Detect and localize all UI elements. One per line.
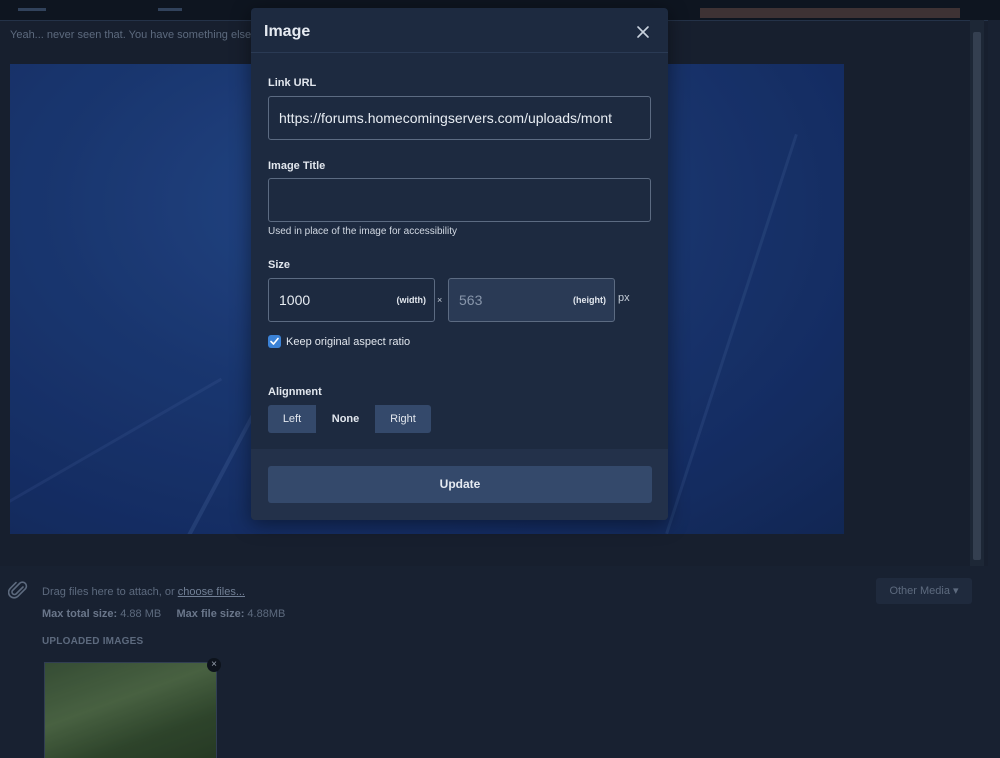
scrollbar-thumb[interactable] bbox=[973, 32, 981, 560]
times-sign: × bbox=[437, 295, 443, 305]
width-input[interactable]: 1000 (width) bbox=[268, 278, 435, 322]
keep-aspect-ratio-checkbox[interactable] bbox=[268, 335, 281, 348]
top-tab-indicator bbox=[18, 8, 46, 11]
image-title-label: Image Title bbox=[268, 160, 326, 172]
height-value: 563 bbox=[459, 292, 483, 308]
align-none-button[interactable]: None bbox=[316, 405, 375, 433]
choose-files-link[interactable]: choose files... bbox=[178, 586, 245, 598]
link-url-label: Link URL bbox=[268, 77, 317, 89]
alignment-button-group: Left None Right bbox=[268, 405, 431, 433]
keep-aspect-ratio-label[interactable]: Keep original aspect ratio bbox=[286, 336, 410, 348]
attach-instructions: Drag files here to attach, or choose fil… bbox=[42, 586, 245, 598]
image-title-input[interactable] bbox=[268, 178, 651, 222]
uploaded-image-thumbnail[interactable] bbox=[44, 662, 217, 758]
attach-size-limits: Max total size: 4.88 MB Max file size: 4… bbox=[42, 608, 285, 620]
px-unit: px bbox=[618, 292, 630, 304]
height-input[interactable]: 563 (height) bbox=[448, 278, 615, 322]
link-url-input[interactable]: https://forums.homecomingservers.com/upl… bbox=[268, 96, 651, 140]
height-suffix: (height) bbox=[573, 295, 606, 305]
uploaded-images-title: UPLOADED IMAGES bbox=[42, 636, 144, 647]
editor-scrollbar[interactable] bbox=[970, 20, 984, 566]
alignment-label: Alignment bbox=[268, 386, 322, 398]
max-file-label: Max file size: bbox=[176, 608, 245, 620]
paperclip-icon bbox=[7, 580, 30, 602]
align-left-button[interactable]: Left bbox=[268, 405, 316, 433]
header-photo bbox=[700, 8, 960, 18]
remove-thumbnail-icon[interactable]: × bbox=[207, 658, 221, 672]
max-total-value: 4.88 MB bbox=[120, 608, 162, 620]
attach-prefix: Drag files here to attach, or bbox=[42, 586, 178, 598]
top-tab-indicator bbox=[158, 8, 182, 11]
image-title-helper: Used in place of the image for accessibi… bbox=[268, 226, 457, 237]
dialog-header: Image bbox=[251, 8, 668, 53]
align-right-button[interactable]: Right bbox=[375, 405, 431, 433]
other-media-button[interactable]: Other Media ▾ bbox=[876, 578, 972, 604]
dialog-title: Image bbox=[264, 23, 311, 40]
width-suffix: (width) bbox=[396, 295, 427, 305]
checkmark-icon bbox=[270, 337, 279, 345]
max-file-value: 4.88MB bbox=[247, 608, 286, 620]
update-button[interactable]: Update bbox=[268, 466, 652, 503]
editor-text: Yeah... never seen that. You have someth… bbox=[10, 29, 252, 41]
width-value: 1000 bbox=[279, 292, 311, 308]
close-icon[interactable] bbox=[635, 24, 651, 40]
size-label: Size bbox=[268, 259, 291, 271]
max-total-label: Max total size: bbox=[42, 608, 118, 620]
